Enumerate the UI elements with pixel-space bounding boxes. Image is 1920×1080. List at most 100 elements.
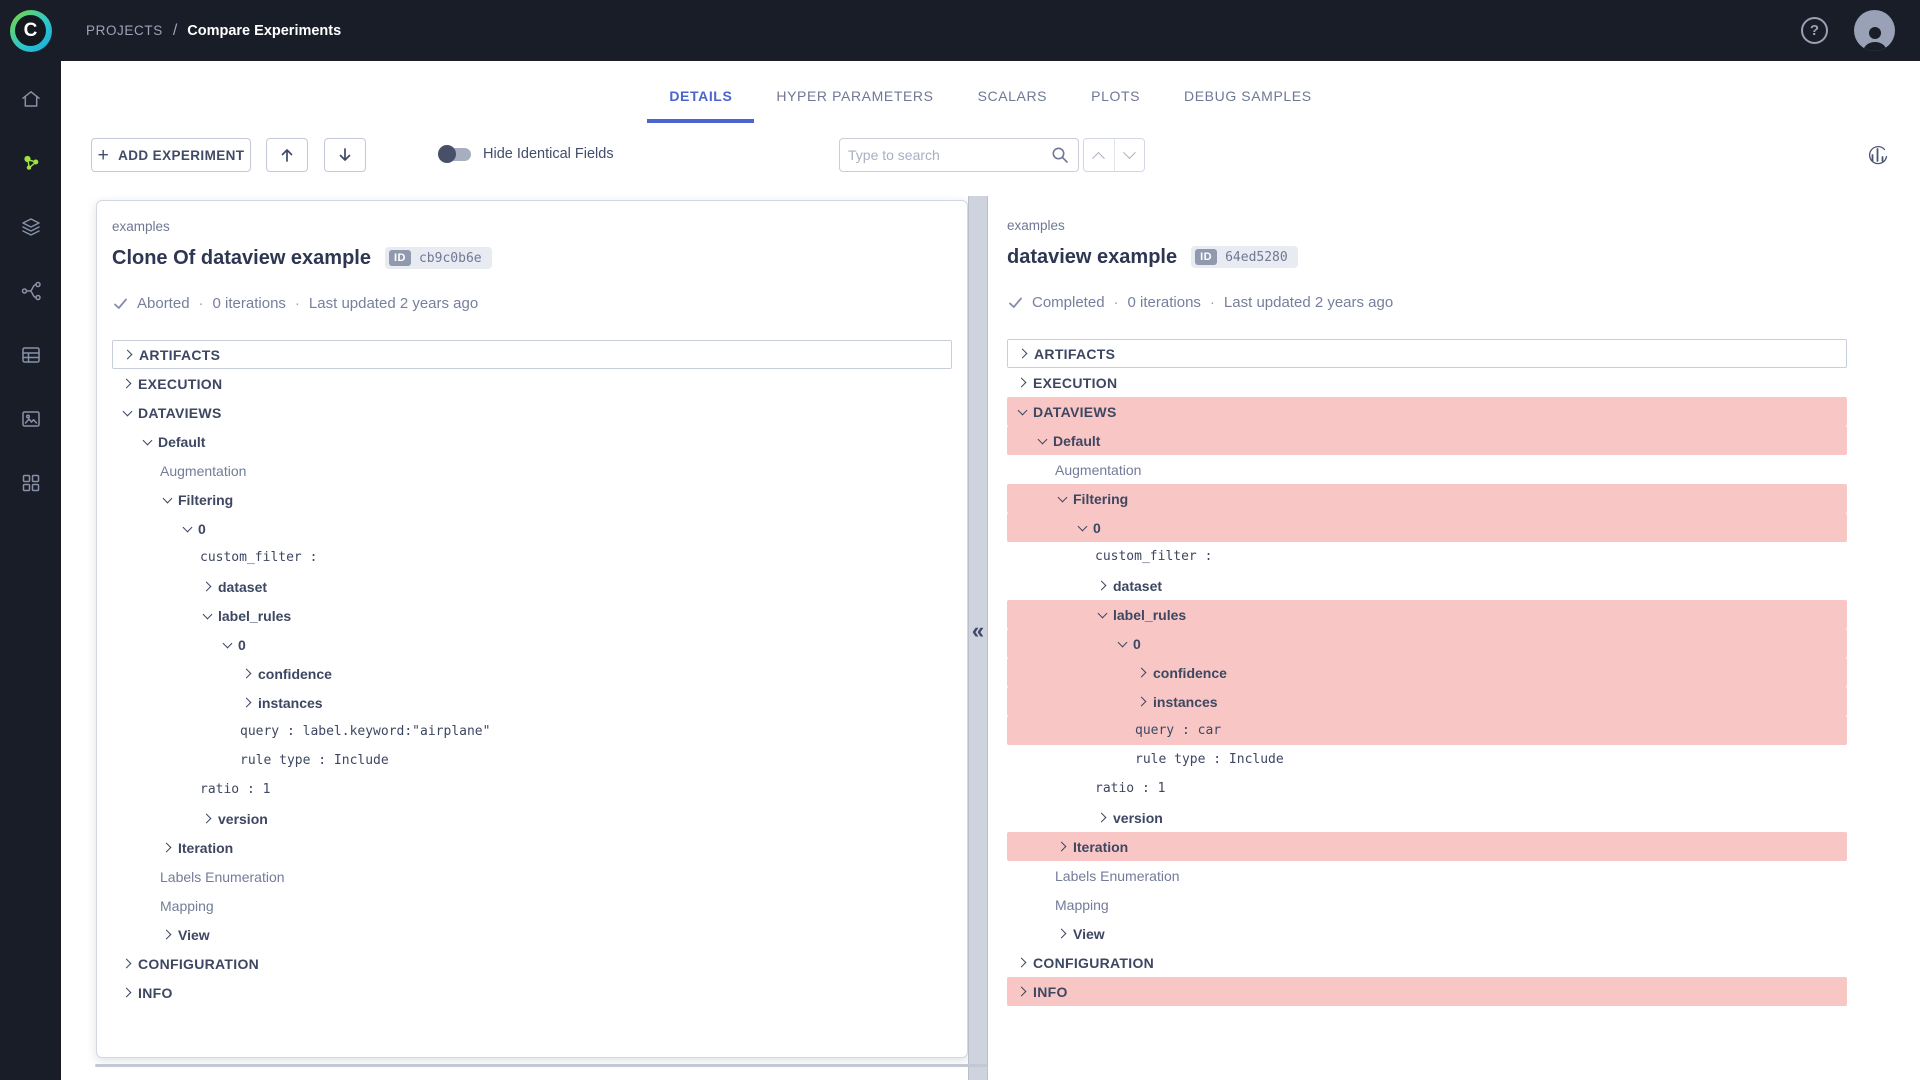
tree-row[interactable]: confidence xyxy=(1007,658,1847,687)
sidebar-item-datasets[interactable] xyxy=(0,195,61,259)
sidebar-item-orchestration[interactable] xyxy=(0,323,61,387)
tree-row[interactable]: label_rules xyxy=(1007,600,1847,629)
row-chevron-icon[interactable] xyxy=(240,695,255,710)
sidebar-item-projects[interactable] xyxy=(0,131,61,195)
tree-row[interactable]: instances xyxy=(1007,687,1847,716)
tree-row[interactable]: Filtering xyxy=(1007,484,1847,513)
row-label: version xyxy=(218,811,268,827)
row-chevron-icon[interactable] xyxy=(1015,375,1030,390)
tree-row[interactable]: confidence xyxy=(112,659,952,688)
top-bar: C PROJECTS / Compare Experiments ? xyxy=(0,0,1920,61)
sidebar-item-applications[interactable] xyxy=(0,451,61,515)
row-chevron-icon[interactable] xyxy=(121,347,136,362)
tree-row[interactable]: DATAVIEWS xyxy=(112,398,952,427)
row-chevron-icon[interactable] xyxy=(180,521,195,536)
app-logo[interactable]: C xyxy=(0,0,61,61)
row-chevron-icon[interactable] xyxy=(1095,578,1110,593)
tree-row[interactable]: ARTIFACTS xyxy=(1007,339,1847,368)
row-chevron-icon[interactable] xyxy=(120,376,135,391)
tree-row[interactable]: View xyxy=(1007,919,1847,948)
tree-row[interactable]: ARTIFACTS xyxy=(112,340,952,369)
next-diff-button[interactable] xyxy=(324,138,366,172)
switch-view-button[interactable] xyxy=(1859,136,1897,174)
search-prev-button[interactable] xyxy=(1084,139,1114,171)
row-chevron-icon[interactable] xyxy=(1055,491,1070,506)
tree-row[interactable]: 0 xyxy=(1007,513,1847,542)
search-input[interactable] xyxy=(848,147,1050,163)
tree-row[interactable]: CONFIGURATION xyxy=(1007,948,1847,977)
row-chevron-icon[interactable] xyxy=(160,927,175,942)
row-chevron-icon[interactable] xyxy=(1035,433,1050,448)
row-chevron-icon[interactable] xyxy=(1055,926,1070,941)
tree-row[interactable]: INFO xyxy=(1007,977,1847,1006)
row-chevron-icon[interactable] xyxy=(1015,984,1030,999)
tab-hyper-parameters[interactable]: HYPER PARAMETERS xyxy=(754,88,955,123)
tree-row[interactable]: dataset xyxy=(1007,571,1847,600)
row-chevron-icon[interactable] xyxy=(200,811,215,826)
horizontal-scrollbar[interactable] xyxy=(95,1064,987,1067)
tree-row[interactable]: 0 xyxy=(112,630,952,659)
row-chevron-icon[interactable] xyxy=(1135,694,1150,709)
row-label: View xyxy=(1073,926,1105,942)
tree-row[interactable]: Default xyxy=(1007,426,1847,455)
tree-row[interactable]: Iteration xyxy=(112,833,952,862)
experiment-id-badge[interactable]: ID 64ed5280 xyxy=(1191,246,1298,268)
tree-row[interactable]: dataset xyxy=(112,572,952,601)
collapse-panel-button[interactable]: « xyxy=(969,620,987,642)
status-row: Aborted · 0 iterations · Last updated 2 … xyxy=(112,295,952,312)
tab-scalars[interactable]: SCALARS xyxy=(956,88,1070,123)
tree-row[interactable]: version xyxy=(1007,803,1847,832)
search-icon[interactable] xyxy=(1050,145,1070,165)
add-experiment-button[interactable]: + ADD EXPERIMENT xyxy=(91,138,251,172)
tree-row[interactable]: INFO xyxy=(112,978,952,1007)
project-name[interactable]: examples xyxy=(1007,218,1847,233)
tree-row[interactable]: 0 xyxy=(112,514,952,543)
row-chevron-icon[interactable] xyxy=(140,434,155,449)
row-chevron-icon[interactable] xyxy=(1135,665,1150,680)
row-chevron-icon[interactable] xyxy=(120,985,135,1000)
row-chevron-icon[interactable] xyxy=(1095,607,1110,622)
row-chevron-icon[interactable] xyxy=(1015,955,1030,970)
tree-row[interactable]: Default xyxy=(112,427,952,456)
row-chevron-icon[interactable] xyxy=(240,666,255,681)
row-chevron-icon[interactable] xyxy=(200,579,215,594)
tree-row[interactable]: Filtering xyxy=(112,485,952,514)
tree-row[interactable]: DATAVIEWS xyxy=(1007,397,1847,426)
row-chevron-icon[interactable] xyxy=(160,492,175,507)
tab-debug-samples[interactable]: DEBUG SAMPLES xyxy=(1162,88,1334,123)
tab-details[interactable]: DETAILS xyxy=(647,88,754,123)
panel-splitter[interactable]: « xyxy=(968,196,988,1080)
row-chevron-icon[interactable] xyxy=(120,956,135,971)
row-chevron-icon[interactable] xyxy=(1095,810,1110,825)
tree-row[interactable]: Iteration xyxy=(1007,832,1847,861)
breadcrumb-projects-link[interactable]: PROJECTS xyxy=(86,23,163,38)
row-chevron-icon[interactable] xyxy=(1055,839,1070,854)
help-icon[interactable]: ? xyxy=(1801,17,1828,44)
row-chevron-icon[interactable] xyxy=(160,840,175,855)
tree-row[interactable]: View xyxy=(112,920,952,949)
tree-row[interactable]: instances xyxy=(112,688,952,717)
experiment-id-badge[interactable]: ID cb9c0b6e xyxy=(385,247,492,269)
row-chevron-icon[interactable] xyxy=(1016,346,1031,361)
tree-row[interactable]: EXECUTION xyxy=(112,369,952,398)
tree-row[interactable]: 0 xyxy=(1007,629,1847,658)
hide-identical-toggle[interactable] xyxy=(439,148,471,161)
sidebar-item-pipelines[interactable] xyxy=(0,259,61,323)
row-chevron-icon[interactable] xyxy=(220,637,235,652)
row-chevron-icon[interactable] xyxy=(1075,520,1090,535)
tree-row[interactable]: label_rules xyxy=(112,601,952,630)
tab-plots[interactable]: PLOTS xyxy=(1069,88,1162,123)
tree-row[interactable]: CONFIGURATION xyxy=(112,949,952,978)
row-chevron-icon[interactable] xyxy=(200,608,215,623)
project-name[interactable]: examples xyxy=(112,219,952,234)
search-next-button[interactable] xyxy=(1114,139,1145,171)
row-chevron-icon[interactable] xyxy=(1015,404,1030,419)
tree-row[interactable]: version xyxy=(112,804,952,833)
row-chevron-icon[interactable] xyxy=(120,405,135,420)
row-chevron-icon[interactable] xyxy=(1115,636,1130,651)
prev-diff-button[interactable] xyxy=(266,138,308,172)
user-avatar[interactable] xyxy=(1854,10,1895,51)
tree-row[interactable]: EXECUTION xyxy=(1007,368,1847,397)
sidebar-item-home[interactable] xyxy=(0,67,61,131)
sidebar-item-reports[interactable] xyxy=(0,387,61,451)
